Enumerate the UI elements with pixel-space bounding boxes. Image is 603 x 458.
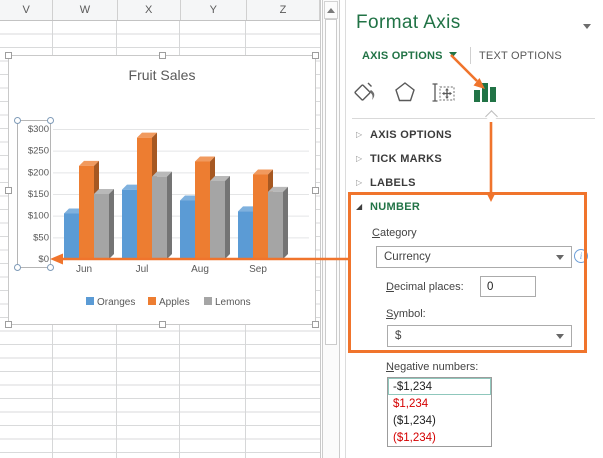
chart-selection-handle[interactable] [312,52,319,59]
legend-label[interactable]: Apples [159,297,190,308]
symbol-dropdown[interactable]: $ [387,325,572,347]
pane-divider [345,0,346,458]
legend-swatch[interactable] [204,297,212,305]
collapsed-arrow-icon [356,177,370,189]
negative-format-option[interactable]: $1,234 [388,395,491,412]
size-properties-icon[interactable] [430,79,458,106]
fill-line-icon[interactable] [352,79,380,106]
pane-title: Format Axis [356,12,461,34]
tab-separator [470,47,471,64]
negative-format-option[interactable]: ($1,234) [388,429,491,446]
chart-selection-handle[interactable] [5,52,12,59]
vertical-scrollbar[interactable] [322,0,340,458]
bar-lemons-aug[interactable] [210,176,230,259]
chevron-down-icon [556,255,564,260]
decimal-places-input[interactable] [480,276,536,297]
legend-label[interactable]: Oranges [97,297,135,308]
tab-text-options[interactable]: TEXT OPTIONS [479,50,562,62]
section-axis-options[interactable]: AXIS OPTIONS [356,129,452,141]
x-axis-label[interactable]: Aug [191,264,209,275]
section-number[interactable]: NUMBER [356,201,420,213]
negative-numbers-list[interactable]: -$1,234 $1,234 ($1,234) ($1,234) [387,377,492,447]
column-header[interactable]: X [118,0,181,20]
info-icon[interactable]: i [574,249,588,263]
annotation-arrow-icon-to-number [486,122,496,202]
collapsed-arrow-icon [356,129,370,141]
sheet-right-border [320,0,321,458]
legend-swatch[interactable] [148,297,156,305]
category-label: Category [372,227,417,239]
scroll-up-button[interactable] [324,1,338,19]
negative-format-option[interactable]: -$1,234 [388,378,491,395]
selected-tab-caret-icon [485,110,498,123]
fruit-sales-chart[interactable]: $0$50$100$150$200$250$300JunJulAugSepOra… [9,56,315,324]
tab-axis-options[interactable]: AXIS OPTIONS [362,50,457,62]
scrollbar-thumb[interactable] [325,19,337,345]
x-axis-label[interactable]: Jul [136,264,149,275]
expanded-arrow-icon [356,201,370,213]
negative-numbers-label: Negative numbers: [386,361,478,373]
chevron-down-icon [556,334,564,339]
symbol-label: Symbol: [386,308,426,320]
axis-labels-selection[interactable] [17,120,51,268]
collapsed-arrow-icon [356,153,370,165]
bar-lemons-jun[interactable] [94,189,114,259]
column-header[interactable]: Y [181,0,247,20]
category-dropdown[interactable]: Currency [376,246,572,268]
x-axis-label[interactable]: Jun [76,264,92,275]
decimal-places-label: Decimal places: [386,281,464,293]
column-header[interactable]: V [0,0,53,20]
column-header[interactable]: Z [247,0,320,20]
section-tick-marks[interactable]: TICK MARKS [356,153,442,165]
legend-swatch[interactable] [86,297,94,305]
chart-selection-handle[interactable] [159,321,166,328]
pane-options-arrow-icon[interactable] [583,24,591,29]
excel-window: V W X Y Z Fruit Sales $0$50$100$150$200$… [0,0,603,458]
selection-handle-icon[interactable] [14,117,21,124]
bar-lemons-jul[interactable] [152,172,172,259]
scroll-up-icon [327,8,335,13]
chart-selection-handle[interactable] [5,187,12,194]
bar-lemons-sep[interactable] [268,187,288,259]
selection-handle-icon[interactable] [14,264,21,271]
toolbar-separator [352,118,595,119]
chevron-down-icon [449,52,457,57]
chart-selection-handle[interactable] [5,321,12,328]
column-headers: V W X Y Z [0,0,320,21]
effects-icon[interactable] [391,79,419,106]
negative-format-option[interactable]: ($1,234) [388,412,491,429]
chart-selection-handle[interactable] [312,321,319,328]
selection-handle-icon[interactable] [47,117,54,124]
chart-selection-handle[interactable] [159,52,166,59]
chart-selection-handle[interactable] [312,187,319,194]
x-axis-label[interactable]: Sep [249,264,267,275]
selection-handle-icon[interactable] [47,264,54,271]
axis-chart-icon[interactable] [471,79,499,106]
column-header[interactable]: W [53,0,117,20]
legend-label[interactable]: Lemons [215,297,251,308]
chart-object[interactable]: Fruit Sales $0$50$100$150$200$250$300Jun… [8,55,316,325]
section-labels[interactable]: LABELS [356,177,416,189]
